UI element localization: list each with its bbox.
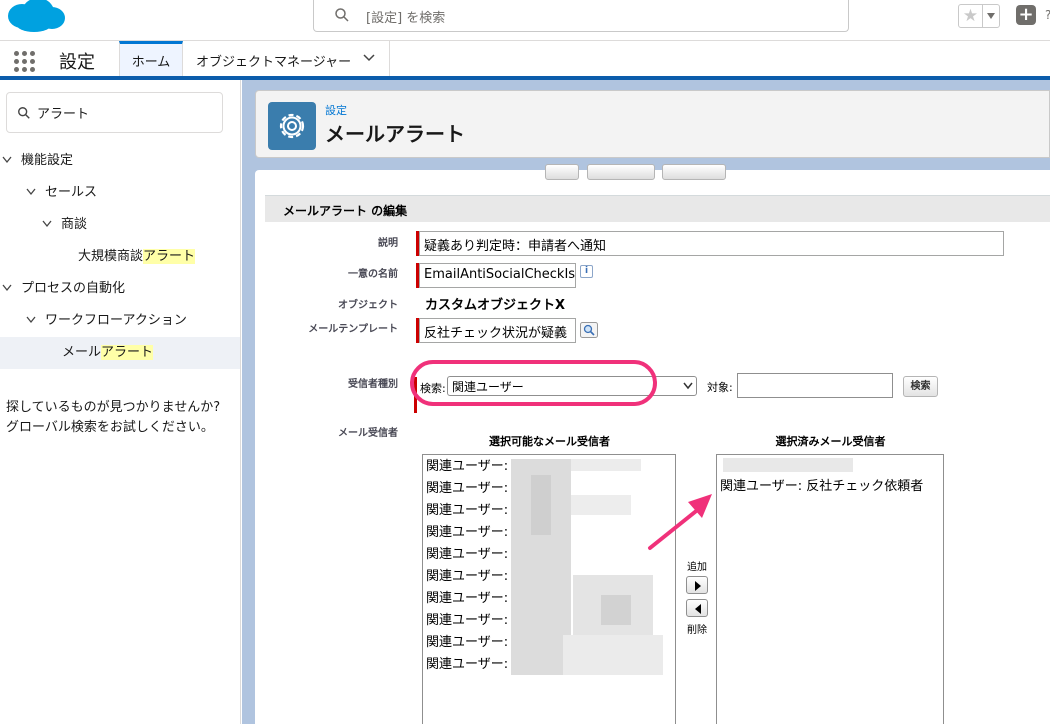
quick-find-box[interactable]: [6, 92, 223, 133]
tree-item-process-automation[interactable]: プロセスの自動化: [0, 273, 240, 305]
caret-down-icon: [987, 13, 995, 19]
tab-object-manager[interactable]: オブジェクトマネージャー: [183, 41, 390, 77]
tree-item-label: 商談: [61, 217, 88, 232]
find-button[interactable]: 検索: [903, 376, 938, 397]
tree-item-opportunity[interactable]: 商談: [0, 209, 240, 241]
setup-sidebar: 機能設定 セールス 商談 大規模商談アラート プロセスの自動化 ワークフローアク…: [0, 80, 241, 724]
list-item[interactable]: 関連ユーザー:: [426, 545, 508, 565]
help-icon[interactable]: ?: [1045, 8, 1050, 22]
triangle-right-icon: [695, 581, 701, 591]
list-item[interactable]: 関連ユーザー:: [426, 501, 508, 521]
section-header: メールアラート の編集: [265, 195, 1050, 222]
save-button[interactable]: [545, 164, 579, 180]
favorites-dropdown-button[interactable]: [983, 5, 999, 27]
tree-item-workflow-actions[interactable]: ワークフローアクション: [0, 305, 240, 337]
list-item[interactable]: 関連ユーザー:: [426, 655, 508, 675]
redacted-area: [531, 475, 551, 535]
list-item[interactable]: 関連ユーザー:: [426, 479, 508, 499]
global-header: [設定] を検索 ★ + ?: [0, 0, 1050, 40]
redacted-area: [571, 495, 631, 515]
search-type-label: 検索:: [420, 382, 446, 395]
remove-label: 削除: [687, 625, 707, 636]
chevron-down-icon[interactable]: [26, 188, 36, 196]
favorites-group: ★: [958, 4, 1000, 28]
description-label: 説明: [378, 238, 398, 249]
tab-home[interactable]: ホーム: [119, 41, 183, 77]
selected-recipients-list[interactable]: 関連ユーザー: 反社チェック依頼者: [716, 454, 944, 724]
tree-item-label: ワークフローアクション: [45, 313, 187, 328]
unique-name-field[interactable]: EmailAntiSocialCheckIs: [419, 263, 576, 288]
not-found-hint: 探しているものが見つかりませんか? グローバル検索をお試しください。: [6, 400, 221, 435]
email-recipients-label: メール受信者: [338, 428, 398, 439]
tree-item-sales[interactable]: セールス: [0, 177, 240, 209]
available-recipients-title: 選択可能なメール受信者: [489, 435, 610, 448]
target-search-input[interactable]: [737, 373, 893, 398]
info-icon[interactable]: i: [580, 265, 593, 278]
list-item[interactable]: 関連ユーザー:: [426, 633, 508, 653]
list-item[interactable]: 関連ユーザー:: [426, 457, 508, 477]
section-title: メールアラート の編集: [283, 204, 408, 218]
chevron-down-icon[interactable]: [363, 54, 375, 62]
email-template-field[interactable]: 反社チェック状況が疑義: [419, 318, 576, 343]
global-actions-plus-icon[interactable]: +: [1016, 5, 1036, 25]
favorite-star-icon[interactable]: ★: [959, 5, 983, 27]
app-name: 設定: [59, 52, 95, 73]
target-label: 対象:: [707, 381, 733, 394]
email-template-label: メールテンプレート: [308, 324, 398, 335]
list-item[interactable]: 関連ユーザー:: [426, 567, 508, 587]
global-search-box[interactable]: [設定] を検索: [313, 0, 849, 32]
required-indicator: [414, 377, 417, 413]
recipient-type-select[interactable]: 関連ユーザー: [447, 376, 697, 396]
tree-item-email-alerts[interactable]: メールアラート: [0, 337, 240, 369]
add-button[interactable]: [686, 576, 708, 594]
tab-object-manager-label: オブジェクトマネージャー: [196, 55, 352, 70]
cancel-button[interactable]: [662, 164, 726, 180]
unique-name-label: 一意の名前: [348, 269, 398, 280]
lookup-icon[interactable]: [580, 322, 598, 338]
description-field[interactable]: 疑義あり判定時：申請者へ通知: [419, 231, 1004, 256]
quick-find-input[interactable]: [37, 101, 217, 123]
chevron-down-icon[interactable]: [42, 220, 52, 228]
tree-item-label: 機能設定: [21, 153, 74, 168]
add-label: 追加: [687, 562, 707, 573]
recipient-type-selected: 関連ユーザー: [452, 380, 524, 394]
tree-item-label: セールス: [45, 185, 98, 200]
search-icon: [335, 8, 349, 22]
save-and-new-button[interactable]: [587, 164, 655, 180]
triangle-left-icon: [695, 604, 701, 614]
chevron-down-icon[interactable]: [2, 284, 12, 292]
list-item[interactable]: 関連ユーザー:: [426, 523, 508, 543]
page-title: メールアラート: [325, 122, 465, 146]
breadcrumb[interactable]: 設定: [325, 102, 347, 118]
remove-button[interactable]: [686, 599, 708, 617]
object-value: カスタムオブジェクトX: [425, 298, 566, 313]
chevron-down-icon[interactable]: [2, 156, 12, 164]
list-item[interactable]: 関連ユーザー:: [426, 611, 508, 631]
tree-item-big-deal-alert[interactable]: 大規模商談アラート: [0, 241, 240, 273]
app-launcher-icon[interactable]: [14, 51, 36, 72]
salesforce-logo[interactable]: [4, 0, 66, 34]
chevron-down-icon[interactable]: [26, 316, 36, 324]
global-search-placeholder: [設定] を検索: [366, 11, 446, 26]
tree-item-label: メールアラート: [62, 345, 154, 360]
chevron-down-icon: [683, 382, 693, 390]
list-item[interactable]: 関連ユーザー: 反社チェック依頼者: [720, 477, 923, 497]
context-nav-bar: 設定 ホーム オブジェクトマネージャー: [0, 40, 1050, 77]
selected-recipients-title: 選択済みメール受信者: [775, 435, 886, 448]
tree-item-label: 大規模商談アラート: [78, 249, 196, 264]
object-label: オブジェクト: [338, 300, 398, 311]
tree-item-feature-settings[interactable]: 機能設定: [0, 145, 240, 177]
redacted-area: [563, 635, 663, 675]
tree-item-label: プロセスの自動化: [21, 281, 126, 296]
gear-icon: [268, 102, 316, 150]
page-header: 設定 メールアラート: [255, 90, 1050, 158]
recipient-type-label: 受信者種別: [348, 379, 398, 390]
redacted-area: [723, 458, 853, 472]
search-icon: [18, 107, 30, 119]
redacted-area: [571, 459, 641, 471]
list-item[interactable]: 関連ユーザー:: [426, 589, 508, 609]
redacted-area: [601, 595, 631, 625]
available-recipients-list[interactable]: 関連ユーザー: 関連ユーザー: 関連ユーザー: 関連ユーザー: 関連ユーザー: …: [422, 454, 676, 724]
